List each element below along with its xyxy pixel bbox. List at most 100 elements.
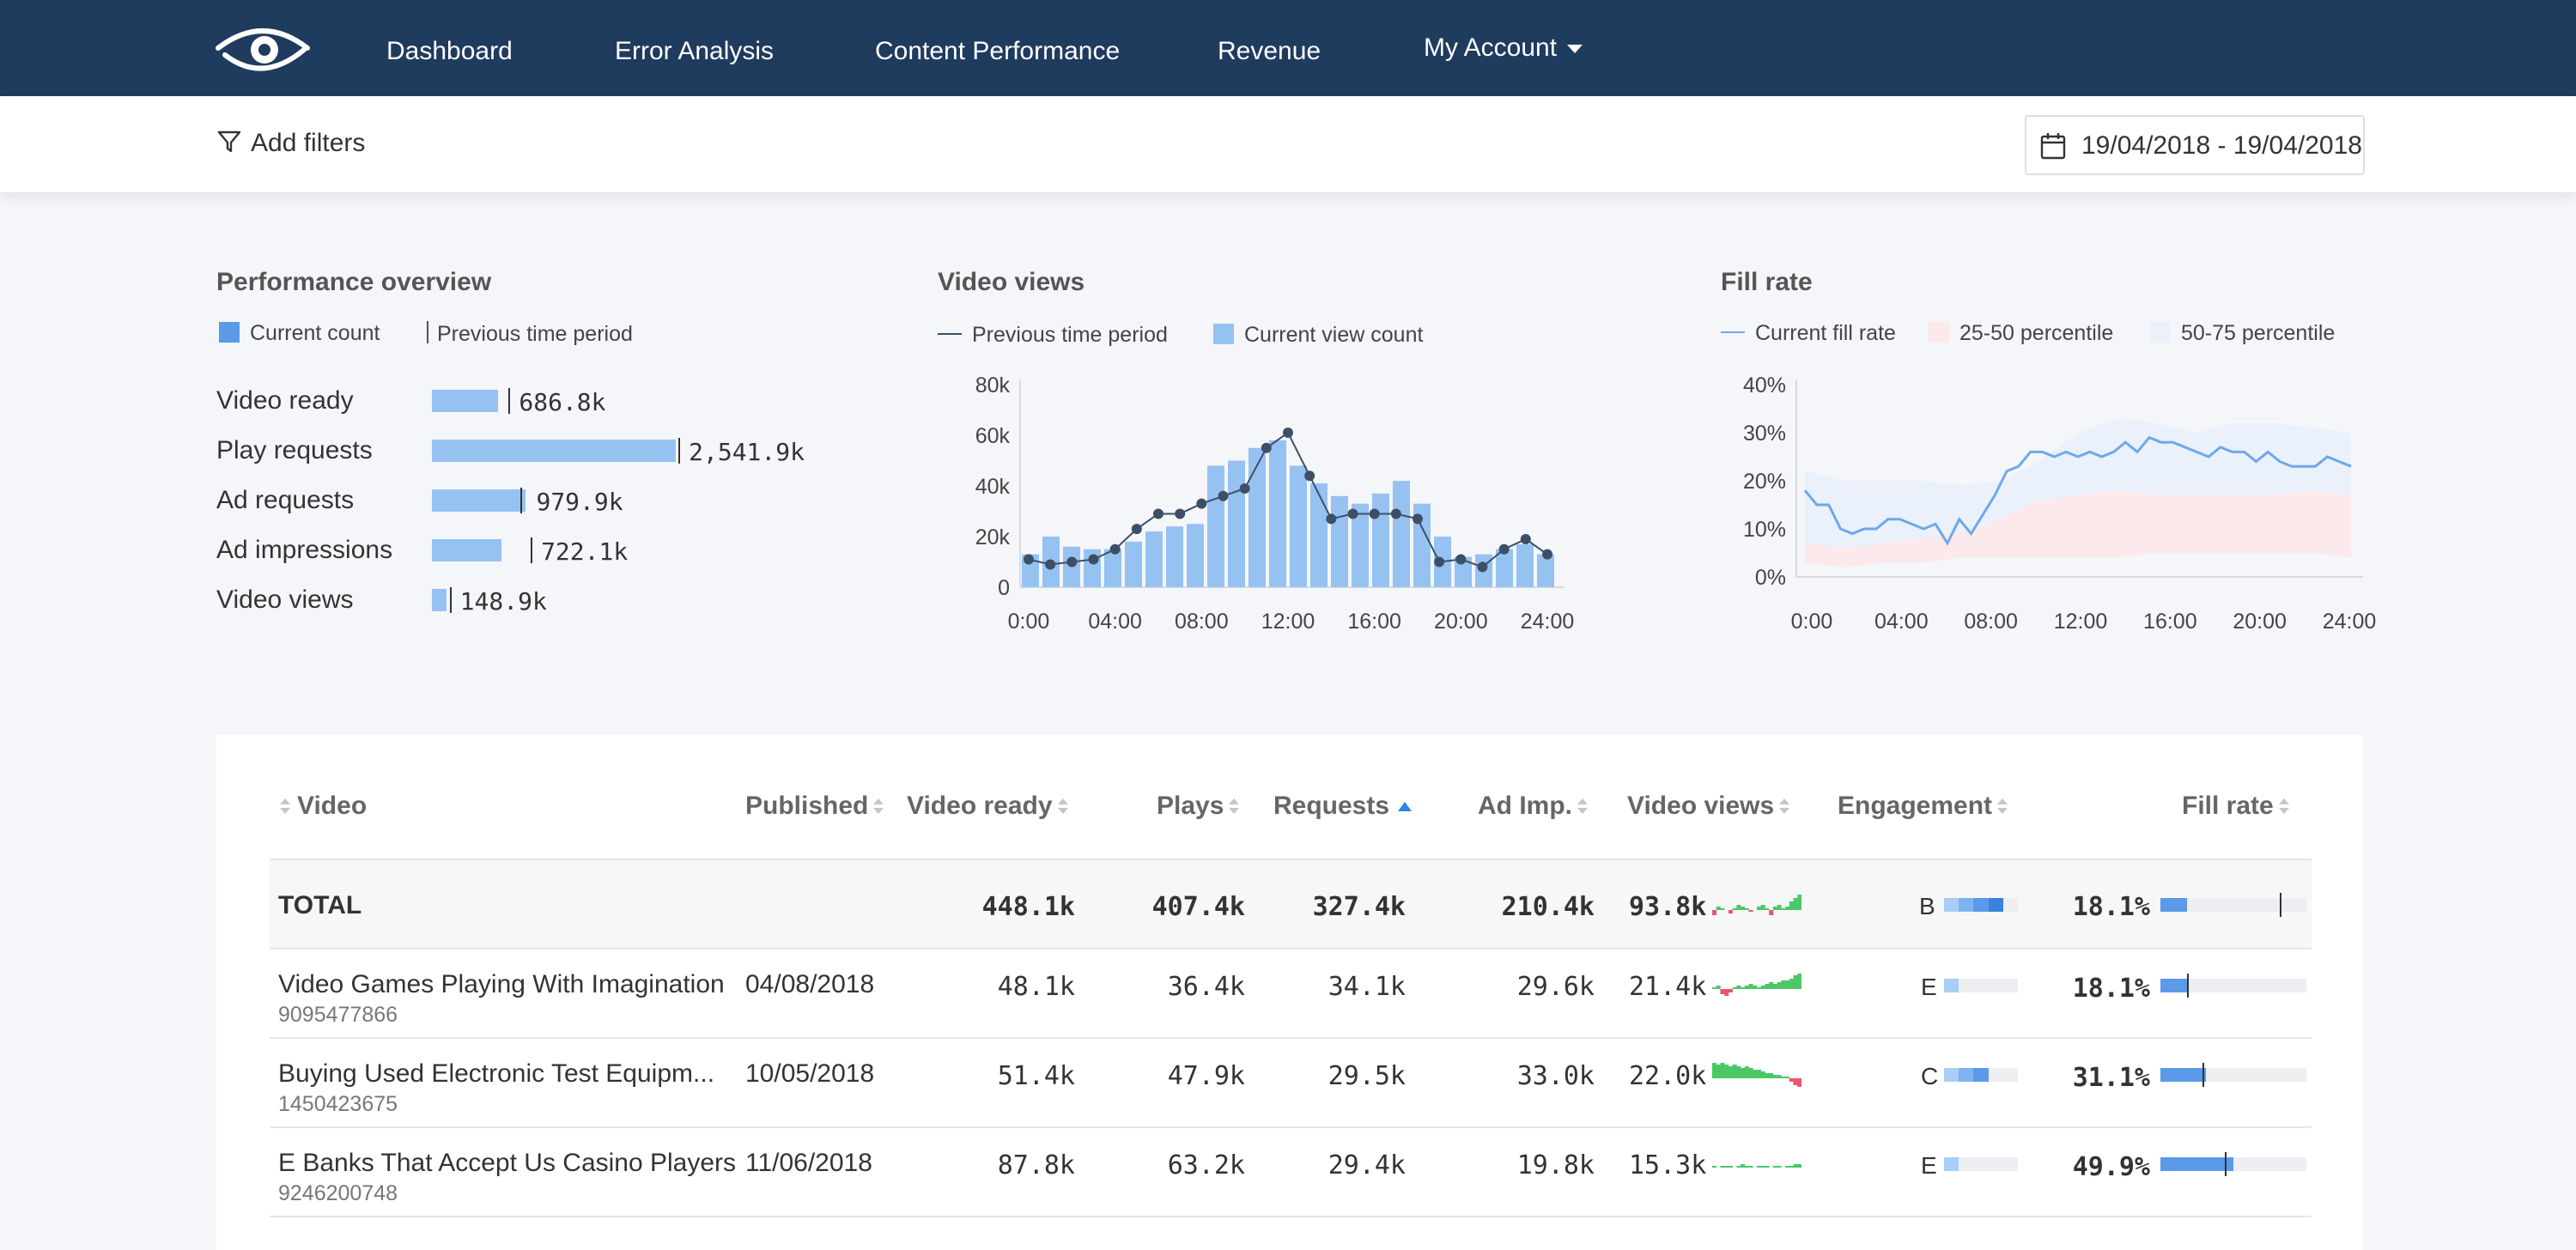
perf-row-label: Ad requests [216, 486, 355, 514]
video-id: 9095477866 [278, 1003, 398, 1027]
fill-rate-prev-tick [2202, 1063, 2205, 1087]
spark-bar [1785, 1077, 1790, 1078]
view-bar [1207, 465, 1224, 587]
video-views-value: 21.4k [1629, 972, 1707, 1002]
previous-period-point [1304, 470, 1315, 482]
nav-error-analysis[interactable]: Error Analysis [615, 31, 774, 72]
date-range-picker[interactable]: 19/04/2018 - 19/04/2018 [2025, 115, 2365, 175]
fill-rate-bar [2160, 893, 2306, 917]
col-fill-rate-header[interactable]: Fill rate [2182, 792, 2289, 821]
spark-bar [1757, 1166, 1762, 1168]
perf-row-bar [432, 489, 526, 512]
perf-row-value: 148.9k [459, 587, 547, 616]
spark-bar [1720, 908, 1725, 910]
spark-bar [1720, 1166, 1725, 1168]
sort-icon [1779, 798, 1790, 816]
col-video-ready-header[interactable]: Video ready [907, 792, 1068, 821]
col-plays-header[interactable]: Plays [1157, 792, 1240, 821]
engagement-segment [1944, 1157, 1959, 1171]
spark-bar [1785, 1166, 1790, 1168]
metric-value: 34.1k [1327, 972, 1406, 1002]
previous-period-point [1390, 508, 1401, 519]
spark-bar [1728, 910, 1733, 913]
col-requests-header[interactable]: Requests [1273, 792, 1413, 821]
col-video-header[interactable]: Video [280, 792, 367, 821]
spark-bar [1777, 1075, 1782, 1078]
top-nav: Dashboard Error Analysis Content Perform… [0, 0, 2576, 96]
col-requests-label: Requests [1273, 792, 1390, 820]
previous-period-point [1520, 533, 1531, 544]
fill-line-swatch [1721, 331, 1745, 333]
x-tick-label: 08:00 [1175, 610, 1229, 634]
metric-value: 36.4k [1167, 972, 1245, 1002]
y-tick-label: 0 [998, 576, 1010, 600]
engagement-bar [1944, 979, 2018, 992]
col-video-views-label: Video views [1627, 792, 1775, 820]
engagement-segment [1973, 1068, 1989, 1082]
perf-row-bar [432, 390, 498, 412]
spark-bar [1789, 1078, 1794, 1082]
legend-current-count-label: Current count [250, 321, 380, 345]
calendar-icon [2040, 133, 2066, 160]
fill-rate-prev-tick [2224, 1152, 2227, 1176]
engagement-grade: B [1919, 893, 1935, 919]
legend-previous-time-period-label: Previous time period [972, 323, 1168, 347]
previous-period-point [1196, 498, 1207, 509]
engagement-segment [1944, 979, 1959, 992]
view-bar [1331, 495, 1348, 587]
metric-value: 48.1k [997, 972, 1075, 1002]
spark-bar [1789, 1166, 1794, 1168]
spark-bar [1789, 979, 1794, 989]
filter-bar: Add filters 19/04/2018 - 19/04/2018 [0, 96, 2576, 192]
x-tick-label: 24:00 [2323, 610, 2377, 634]
previous-period-point [1175, 508, 1186, 519]
spark-bar [1736, 1066, 1741, 1078]
spark-bar [1732, 908, 1737, 910]
legend-current-view-count-label: Current view count [1244, 323, 1424, 347]
my-account-menu[interactable]: My Account [1424, 27, 1583, 69]
engagement-bar [1944, 898, 2018, 912]
spark-bar [1728, 1066, 1733, 1078]
previous-period-point [1066, 556, 1078, 567]
video-title-link[interactable]: E Banks That Accept Us Casino Players [278, 1149, 736, 1178]
col-ad-imp-header[interactable]: Ad Imp. [1478, 792, 1588, 821]
view-bar [1290, 465, 1307, 587]
metric-value: 448.1k [981, 892, 1075, 922]
video-title-link[interactable]: Video Games Playing With Imagination [278, 970, 725, 999]
previous-period-point [1477, 561, 1488, 573]
add-filters-button[interactable]: Add filters [216, 129, 365, 158]
view-bar [1372, 493, 1389, 587]
spark-bar [1777, 1166, 1782, 1168]
col-engagement-header[interactable]: Engagement [1838, 792, 2008, 821]
spark-bar [1765, 908, 1770, 910]
view-bar [1145, 531, 1163, 587]
perf-row-prev-tick [531, 537, 533, 563]
view-bar [1537, 554, 1554, 587]
metric-value: 47.9k [1167, 1061, 1245, 1091]
spark-bar [1793, 975, 1798, 989]
col-ad-imp-label: Ad Imp. [1478, 792, 1572, 820]
nav-content-performance[interactable]: Content Performance [875, 31, 1120, 72]
col-published-label: Published [745, 792, 869, 820]
spark-bar [1765, 1166, 1770, 1168]
spark-bar [1712, 1063, 1717, 1078]
legend-current-fill-rate: Current fill rate [1721, 321, 1896, 346]
spark-bar [1736, 1166, 1741, 1168]
legend-25-50-label: 25-50 percentile [1959, 321, 2114, 345]
video-title-link[interactable]: Buying Used Electronic Test Equipm... [278, 1059, 714, 1089]
view-bar [1393, 481, 1410, 587]
x-tick-label: 20:00 [2233, 610, 2287, 634]
previous-period-point [1455, 554, 1467, 565]
spark-bar [1736, 905, 1741, 910]
perf-row-value: 979.9k [536, 488, 623, 516]
eye-logo-icon[interactable] [215, 24, 311, 74]
spark-bar [1748, 984, 1753, 989]
spark-bar [1797, 1164, 1801, 1168]
spark-bar [1753, 1070, 1758, 1078]
col-published-header[interactable]: Published [745, 792, 884, 821]
video-views-sparkline [1712, 1164, 1801, 1168]
performance-overview-title: Performance overview [216, 268, 492, 296]
col-video-views-header[interactable]: Video views [1627, 792, 1790, 821]
nav-dashboard[interactable]: Dashboard [386, 31, 513, 72]
nav-revenue[interactable]: Revenue [1218, 31, 1321, 72]
